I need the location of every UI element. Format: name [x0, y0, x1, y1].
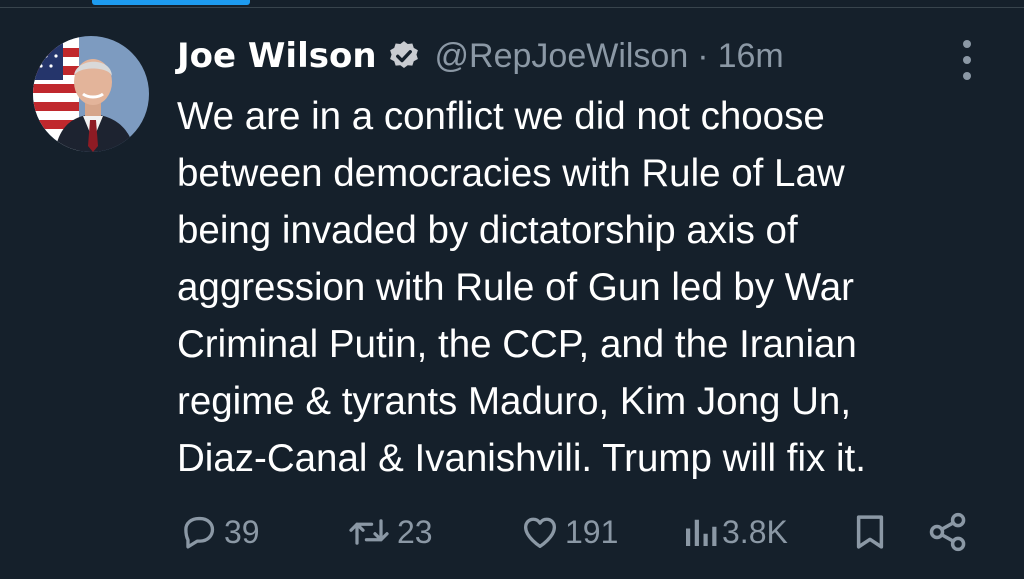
tweet-line: regime & tyrants Maduro, Kim Jong Un, [177, 380, 852, 423]
views-count: 3.8K [722, 513, 788, 550]
bookmark-icon [856, 515, 884, 549]
tweet-line: being invaded by dictatorship axis of [177, 209, 798, 252]
top-divider [0, 7, 1024, 8]
reply-count: 39 [224, 513, 260, 550]
active-tab-indicator [92, 0, 250, 5]
tweet-text: We are in a conflict we did not choose b… [177, 88, 977, 487]
separator-dot: · [697, 36, 709, 75]
timestamp[interactable]: 16m [718, 37, 784, 76]
tweet-line: Diaz-Canal & Ivanishvili. Trump will fix… [177, 437, 866, 480]
heart-icon [523, 517, 557, 549]
avatar-photo [33, 36, 149, 152]
tweet-line: We are in a conflict we did not choose [177, 95, 825, 138]
share-icon [929, 512, 966, 552]
views-bar-chart-icon [686, 519, 717, 546]
repost-count: 23 [397, 513, 433, 550]
verified-badge-icon [387, 39, 421, 73]
tweet-line: between democracies with Rule of Law [177, 152, 845, 195]
views-button[interactable]: 3.8K [682, 508, 788, 556]
tweet-actions: 39 23 191 3.8K [0, 508, 1024, 556]
author-handle[interactable]: @RepJoeWilson [435, 37, 689, 76]
bookmark-button[interactable] [849, 508, 891, 556]
repost-icon [349, 519, 389, 545]
reply-button[interactable]: 39 [178, 508, 260, 556]
author-name[interactable]: Joe Wilson [177, 36, 377, 76]
like-button[interactable]: 191 [519, 508, 618, 556]
reply-icon [184, 516, 215, 549]
tweet-header: Joe Wilson @RepJoeWilson · 16m [177, 28, 784, 84]
avatar[interactable] [33, 36, 149, 152]
like-count: 191 [565, 513, 619, 550]
tweet-line: aggression with Rule of Gun led by War [177, 266, 854, 309]
share-button[interactable] [926, 508, 970, 556]
more-options-icon[interactable] [954, 40, 980, 80]
repost-button[interactable]: 23 [345, 508, 433, 556]
tweet-line: Criminal Putin, the CCP, and the Iranian [177, 323, 857, 366]
